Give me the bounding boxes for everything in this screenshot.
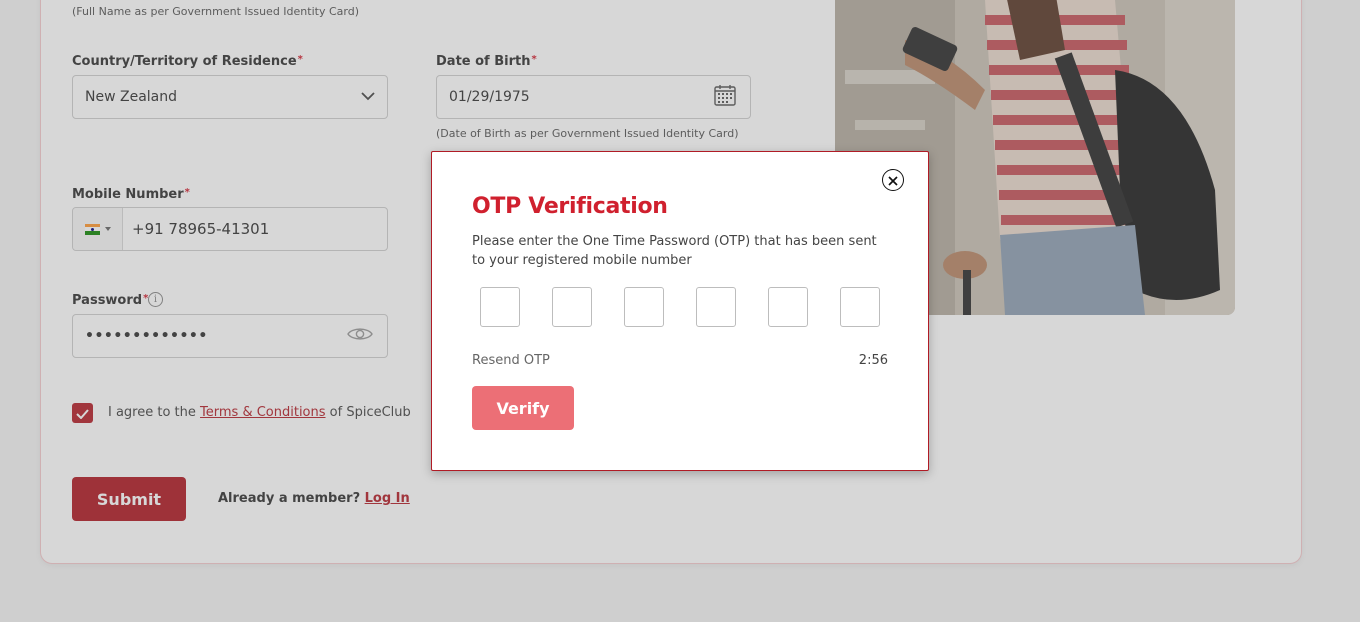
close-button[interactable] xyxy=(882,169,904,191)
otp-digit-2[interactable] xyxy=(552,287,592,327)
verify-button[interactable]: Verify xyxy=(472,386,574,430)
otp-timer: 2:56 xyxy=(858,353,888,368)
otp-digit-3[interactable] xyxy=(624,287,664,327)
modal-title: OTP Verification xyxy=(472,194,668,219)
close-icon xyxy=(888,171,898,190)
modal-description: Please enter the One Time Password (OTP)… xyxy=(472,234,877,268)
otp-digit-5[interactable] xyxy=(768,287,808,327)
otp-digit-6[interactable] xyxy=(840,287,880,327)
resend-otp-link[interactable]: Resend OTP xyxy=(472,353,550,368)
otp-modal: OTP Verification Please enter the One Ti… xyxy=(431,151,929,471)
otp-digit-1[interactable] xyxy=(480,287,520,327)
otp-inputs xyxy=(480,287,880,327)
otp-digit-4[interactable] xyxy=(696,287,736,327)
